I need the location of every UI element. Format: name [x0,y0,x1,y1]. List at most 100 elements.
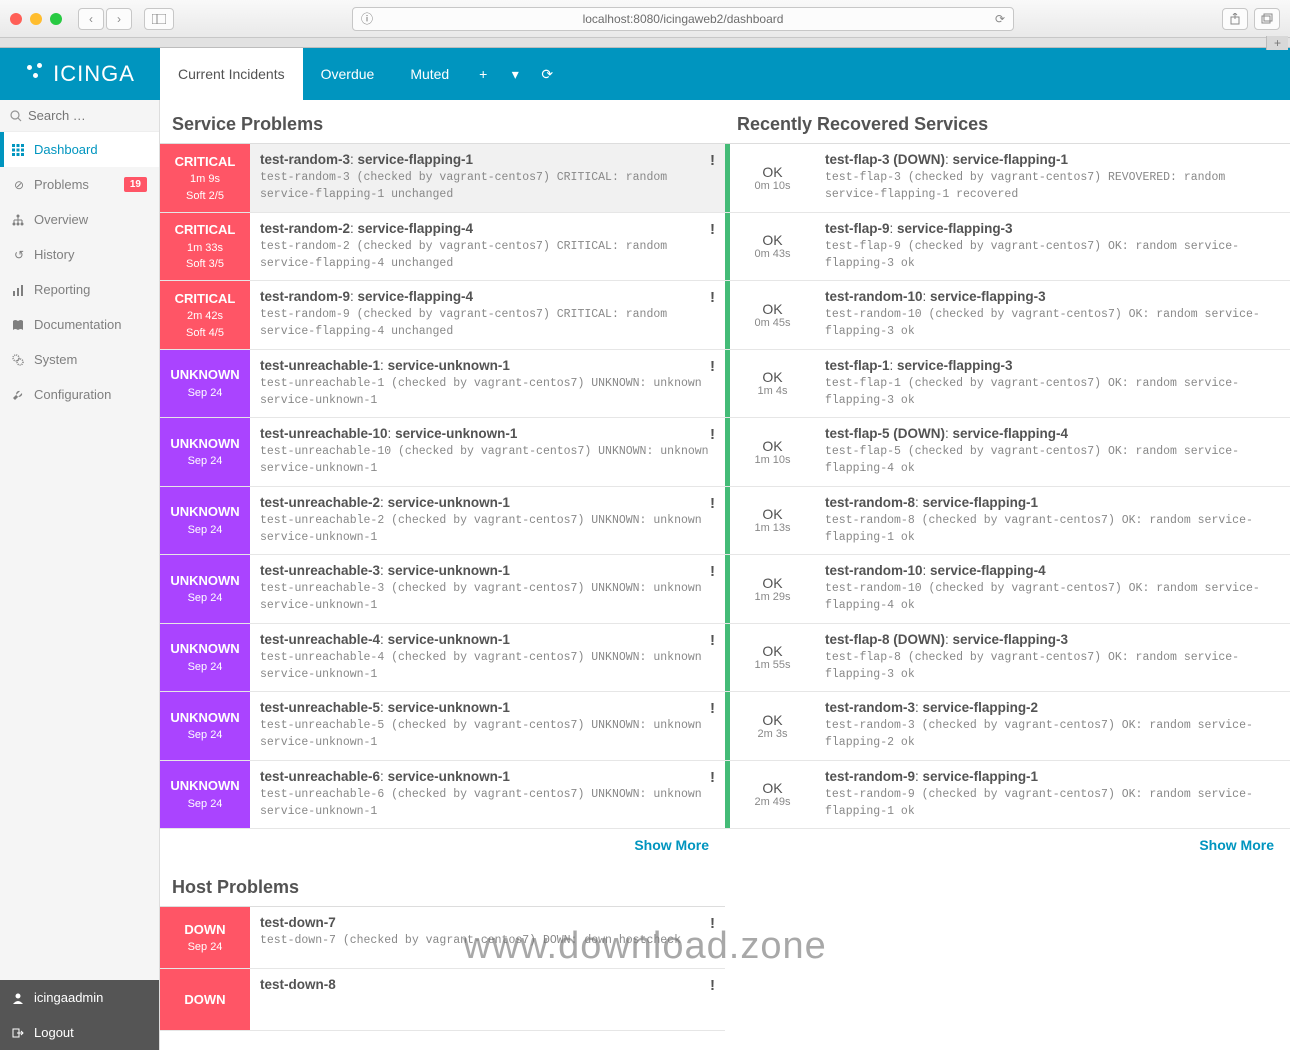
logo[interactable]: ICINGA [25,61,135,87]
show-more-link[interactable]: Show More [634,837,709,853]
reload-icon[interactable]: ⟳ [995,12,1005,26]
sidebar-item-reporting[interactable]: Reporting [0,272,159,307]
status-time: Sep 24 [188,590,223,607]
recovered-service-row[interactable]: OK0m 10stest-flap-3 (DOWN): service-flap… [725,144,1290,213]
sidebar-item-system[interactable]: System [0,342,159,377]
status-cell: UNKNOWNSep 24 [160,761,250,829]
search-box[interactable] [0,100,159,132]
sidebar-item-history[interactable]: ↺ History [0,237,159,272]
status-time: 2m 49s [754,796,790,808]
row-message: test-flap-3 (checked by vagrant-centos7)… [825,169,1276,204]
share-button[interactable] [1222,8,1248,30]
row-message: test-unreachable-1 (checked by vagrant-c… [260,375,711,410]
status-label: OK [762,506,782,522]
browser-tab-strip: + [0,38,1290,48]
recovered-service-row[interactable]: OK0m 43stest-flap-9: service-flapping-3t… [725,213,1290,282]
row-message: test-unreachable-4 (checked by vagrant-c… [260,649,711,684]
recovered-service-row[interactable]: OK0m 45stest-random-10: service-flapping… [725,281,1290,350]
service-problem-row[interactable]: UNKNOWNSep 24test-unreachable-2: service… [160,487,725,556]
window-controls [10,13,62,25]
row-message: test-unreachable-3 (checked by vagrant-c… [260,580,711,615]
row-title: test-flap-5 (DOWN): service-flapping-4 [825,426,1276,441]
service-problem-row[interactable]: CRITICAL2m 42sSoft 4/5test-random-9: ser… [160,281,725,350]
minimize-window-icon[interactable] [30,13,42,25]
status-label: OK [762,575,782,591]
sidebar-toggle-icon[interactable] [144,8,174,30]
back-button[interactable]: ‹ [78,8,104,30]
forward-button[interactable]: › [106,8,132,30]
service-problem-row[interactable]: UNKNOWNSep 24test-unreachable-1: service… [160,350,725,419]
refresh-icon[interactable]: ⟳ [531,48,563,100]
recovered-service-row[interactable]: OK1m 4stest-flap-1: service-flapping-3te… [725,350,1290,419]
tab-current-incidents[interactable]: Current Incidents [160,48,303,100]
maximize-window-icon[interactable] [50,13,62,25]
url-bar[interactable]: ⓘ localhost:8080/icingaweb2/dashboard ⟳ [352,7,1014,31]
row-message: test-random-3 (checked by vagrant-centos… [825,717,1276,752]
status-soft: Soft 2/5 [186,188,224,205]
service-problem-row[interactable]: CRITICAL1m 9sSoft 2/5test-random-3: serv… [160,144,725,213]
sidebar-item-documentation[interactable]: Documentation [0,307,159,342]
status-soft: Soft 3/5 [186,256,224,273]
recovered-service-row[interactable]: OK2m 3stest-random-3: service-flapping-2… [725,692,1290,761]
service-problem-row[interactable]: UNKNOWNSep 24test-unreachable-5: service… [160,692,725,761]
detail-cell: test-flap-9: service-flapping-3test-flap… [815,213,1290,281]
recovered-service-row[interactable]: OK1m 55stest-flap-8 (DOWN): service-flap… [725,624,1290,693]
grid-icon [12,144,26,156]
recovered-service-row[interactable]: OK1m 29stest-random-10: service-flapping… [725,555,1290,624]
service-problem-row[interactable]: CRITICAL1m 33sSoft 3/5test-random-2: ser… [160,213,725,282]
logo-icon [25,63,49,85]
status-label: UNKNOWN [170,365,239,385]
status-label: UNKNOWN [170,708,239,728]
status-time: 1m 29s [754,591,790,603]
row-title: test-unreachable-2: service-unknown-1 [260,495,711,510]
tabs-button[interactable] [1254,8,1280,30]
new-tab-button[interactable]: + [1266,36,1288,50]
status-time: Sep 24 [188,453,223,470]
tab-muted[interactable]: Muted [392,48,467,100]
service-problem-row[interactable]: UNKNOWNSep 24 test-unreachable-3: service… [160,555,725,624]
service-problem-row[interactable]: UNKNOWNSep 24test-unreachable-10: servic… [160,418,725,487]
block-icon: ⊘ [12,178,26,192]
host-problem-row[interactable]: DOWNtest-down-8! [160,969,725,1031]
show-more-link[interactable]: Show More [1199,837,1274,853]
url-text: localhost:8080/icingaweb2/dashboard [583,12,784,26]
row-title: test-down-7 [260,915,711,930]
row-message: test-flap-9 (checked by vagrant-centos7)… [825,238,1276,273]
status-time: 0m 45s [754,317,790,329]
sidebar-item-dashboard[interactable]: Dashboard [0,132,159,167]
recovered-service-row[interactable]: OK1m 13stest-random-8: service-flapping-… [725,487,1290,556]
sidebar-item-logout[interactable]: Logout [0,1015,159,1050]
sidebar-item-label: System [34,352,77,367]
close-window-icon[interactable] [10,13,22,25]
sidebar-item-label: Dashboard [34,142,98,157]
row-message: test-random-2 (checked by vagrant-centos… [260,238,711,273]
service-problem-row[interactable]: UNKNOWNSep 24test-unreachable-4: service… [160,624,725,693]
service-problem-row[interactable]: UNKNOWNSep 24test-unreachable-6: service… [160,761,725,830]
dropdown-icon[interactable]: ▾ [499,48,531,100]
detail-cell: test-random-10: service-flapping-3test-r… [815,281,1290,349]
detail-cell: test-flap-5 (DOWN): service-flapping-4te… [815,418,1290,486]
search-input[interactable] [28,108,149,123]
main-content: Service Problems CRITICAL1m 9sSoft 2/5te… [160,100,1290,1050]
tab-overdue[interactable]: Overdue [303,48,393,100]
detail-cell: test-unreachable-3: service-unknown-1tes… [250,555,725,623]
site-info-icon[interactable]: ⓘ [361,10,373,27]
recovered-service-row[interactable]: OK1m 10stest-flap-5 (DOWN): service-flap… [725,418,1290,487]
recovered-service-row[interactable]: OK2m 49stest-random-9: service-flapping-… [725,761,1290,830]
status-time: 1m 9s [190,171,220,188]
status-time: 0m 10s [754,180,790,192]
row-title: test-down-8 [260,977,711,992]
status-cell: OK2m 49s [725,761,815,829]
status-cell: DOWN [160,969,250,1030]
sidebar-item-overview[interactable]: Overview [0,202,159,237]
status-label: OK [762,643,782,659]
sidebar-item-problems[interactable]: ⊘ Problems 19 [0,167,159,202]
host-problem-row[interactable]: DOWNSep 24test-down-7test-down-7 (checke… [160,907,725,969]
status-cell: UNKNOWNSep 24 [160,350,250,418]
add-tab-icon[interactable]: + [467,48,499,100]
sidebar-item-label: Documentation [34,317,121,332]
problems-badge: 19 [124,177,147,192]
unhandled-icon: ! [710,152,715,169]
sidebar-item-configuration[interactable]: Configuration [0,377,159,412]
status-label: UNKNOWN [170,571,239,591]
